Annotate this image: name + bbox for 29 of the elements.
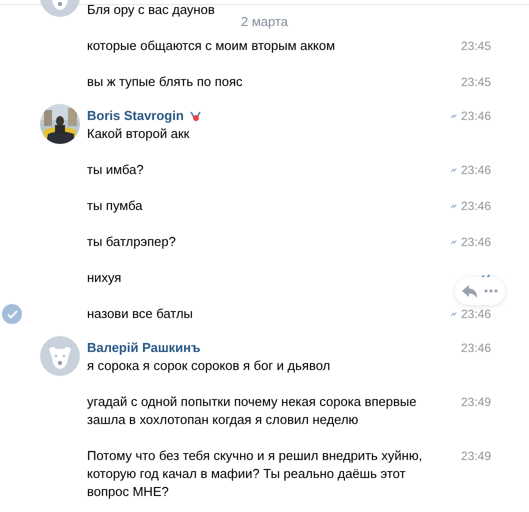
- sender-name[interactable]: Boris Stavrogin: [87, 107, 184, 125]
- message-time: 23:46: [460, 108, 491, 125]
- message-time: 23:46: [460, 340, 491, 357]
- message-time: 23:49: [460, 394, 491, 411]
- more-icon[interactable]: [484, 289, 498, 293]
- message-time: 23:49: [460, 448, 491, 465]
- message-text: нихуя: [87, 269, 122, 287]
- message-text: угадай с одной попытки почему некая сорока впервые зашла в хохлотопан когдая я словил неделю: [87, 393, 418, 429]
- reply-icon[interactable]: [462, 284, 478, 298]
- message-text: Потому что без тебя скучно и я решил внедрить хуйню, которую год качал в мафии? Ты реально даёшь этот вопрос МНЕ?: [87, 447, 424, 501]
- message-text: ты имба?: [87, 161, 145, 179]
- message-text: которые общаются с моим вторым акком: [87, 37, 336, 55]
- message-time: 23:46: [460, 306, 491, 323]
- message-time: 23:46: [460, 162, 491, 179]
- avatar-icon: [40, 336, 80, 376]
- message-time: 23:45: [460, 74, 491, 91]
- message-text: Бля ору с вас даунов: [87, 1, 216, 19]
- selected-check-icon[interactable]: [2, 304, 22, 324]
- message-text: ты батлрэпер?: [87, 233, 177, 251]
- message-time: 23:45: [460, 38, 491, 55]
- sender-name[interactable]: Валерій Рашкинъ: [87, 339, 200, 357]
- message-text: Какой второй акк: [87, 125, 190, 143]
- message-time: 23:46: [460, 198, 491, 215]
- message-time: 23:46: [460, 234, 491, 251]
- date-label: 2 марта: [229, 12, 300, 32]
- message-text: вы ж тупые блять по пояс: [87, 73, 244, 91]
- message-text: ты пумба: [87, 197, 144, 215]
- message-text: назови все батлы: [87, 305, 194, 323]
- message-text: я сорока я сорок сороков я бог и дьявол: [87, 357, 332, 375]
